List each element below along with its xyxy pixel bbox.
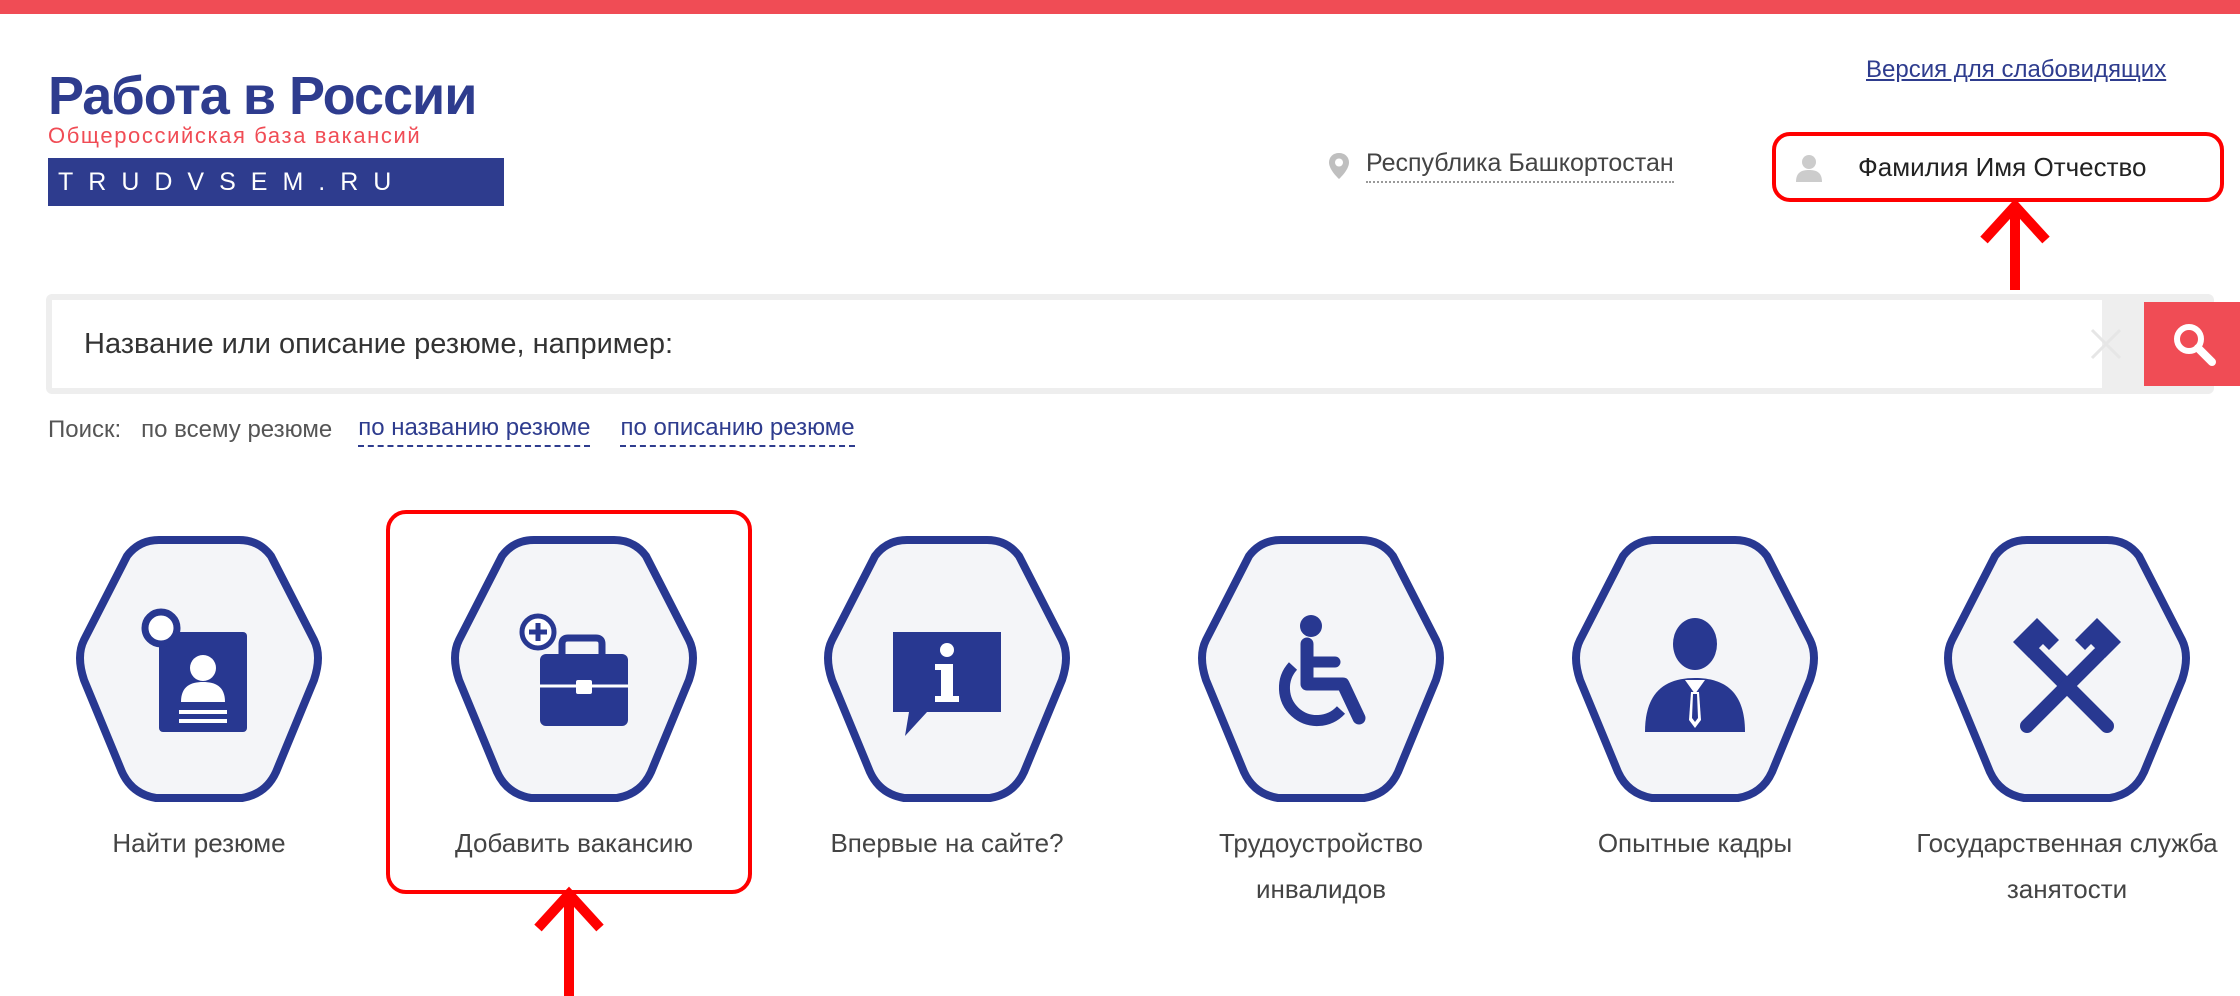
logo-domain: TRUDVSEM.RU <box>48 158 504 206</box>
wheelchair-icon <box>1278 615 1366 727</box>
info-icon <box>893 632 1001 736</box>
clear-icon[interactable] <box>2086 324 2126 364</box>
region-name[interactable]: Республика Башкортостан <box>1366 149 1674 183</box>
search-scope-label: Поиск: <box>48 416 122 443</box>
tile-add-vacancy[interactable] <box>449 532 699 812</box>
region-selector[interactable]: Республика Башкортостан <box>1328 146 1674 186</box>
magnifier-icon <box>2174 324 2216 366</box>
tools-icon <box>2013 618 2121 733</box>
annotation-arrow-user <box>1980 200 2050 290</box>
site-logo[interactable]: Работа в России Общероссийская база вака… <box>48 66 506 208</box>
scope-option-description[interactable]: по описанию резюме <box>620 414 855 447</box>
logo-title: Работа в России <box>48 66 477 126</box>
tile-label-add-vacancy[interactable]: Добавить вакансию <box>414 820 734 866</box>
scope-option-all[interactable]: по всему резюме <box>141 416 332 444</box>
location-pin-icon <box>1329 153 1349 179</box>
tile-find-resume[interactable] <box>74 532 324 812</box>
tile-label-experienced-staff[interactable]: Опытные кадры <box>1535 820 1855 866</box>
add-vacancy-icon <box>519 613 628 726</box>
tile-label-first-time[interactable]: Впервые на сайте? <box>787 820 1107 866</box>
tile-disabled-employment[interactable] <box>1196 532 1446 812</box>
user-full-name: Фамилия Имя Отчество <box>1858 151 2147 182</box>
tile-first-time[interactable] <box>822 532 1072 812</box>
find-resume-icon <box>141 608 247 732</box>
user-avatar-icon <box>1796 155 1822 182</box>
logo-subtitle: Общероссийская база вакансий <box>48 123 422 148</box>
annotation-arrow-vacancy <box>534 886 604 996</box>
user-profile-button[interactable]: Фамилия Имя Отчество <box>1772 132 2224 202</box>
tile-label-find-resume[interactable]: Найти резюме <box>39 820 359 866</box>
accessibility-version-link[interactable]: Версия для слабовидящих <box>1866 56 2166 84</box>
tile-employment-service[interactable] <box>1942 532 2192 812</box>
search-input[interactable] <box>52 300 2102 388</box>
search-bar <box>46 294 2240 394</box>
experienced-staff-icon <box>1645 618 1745 732</box>
tile-label-employment-service[interactable]: Государственная служба занятости <box>1907 820 2227 912</box>
search-scope: Поиск: по всему резюме по названию резюм… <box>48 410 885 450</box>
scope-option-title[interactable]: по названию резюме <box>358 414 591 447</box>
tile-label-disabled-employment[interactable]: Трудоустройство инвалидов <box>1161 820 1481 912</box>
search-button[interactable] <box>2144 302 2240 386</box>
tile-experienced-staff[interactable] <box>1570 532 1820 812</box>
top-accent-bar <box>0 0 2240 14</box>
